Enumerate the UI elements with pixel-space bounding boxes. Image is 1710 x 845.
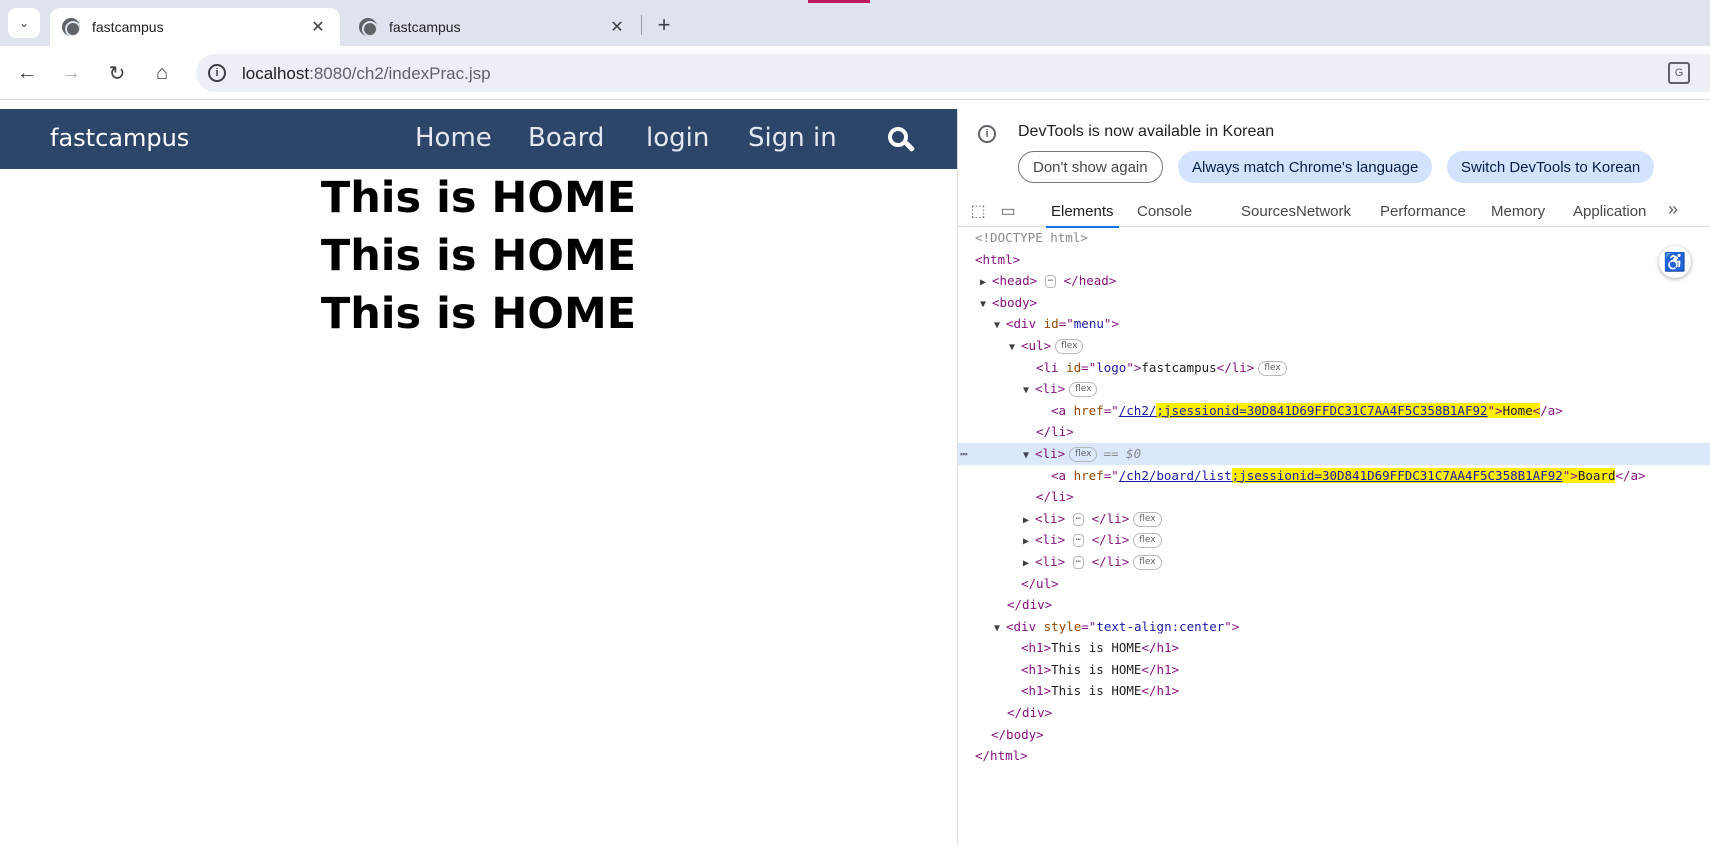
tree-node[interactable]: </li> xyxy=(958,486,1710,508)
close-icon[interactable]: ✕ xyxy=(607,17,627,37)
collapse-icon[interactable]: ▼ xyxy=(1023,445,1035,467)
tree-node[interactable]: ▼ <body> xyxy=(958,292,1710,314)
nav-login-link[interactable]: login xyxy=(646,123,709,153)
collapse-icon[interactable]: ▼ xyxy=(994,315,1006,337)
tab-sources[interactable]: Sources xyxy=(1241,203,1296,220)
tab-elements[interactable]: Elements xyxy=(1046,203,1119,228)
reload-icon[interactable]: ↻ xyxy=(104,60,130,86)
tab-console[interactable]: Console xyxy=(1137,203,1192,220)
tree-node[interactable]: ▼ <div style="text-align:center"> xyxy=(958,616,1710,638)
tab-title: fastcampus xyxy=(92,19,164,35)
tree-node[interactable]: </ul> xyxy=(958,573,1710,595)
site-info-icon[interactable]: i xyxy=(208,64,226,82)
devtools-panel: i DevTools is now available in Korean Do… xyxy=(957,109,1710,845)
tree-node[interactable]: </div> xyxy=(958,702,1710,724)
home-heading: This is HOME xyxy=(320,173,637,223)
tree-node[interactable]: <h1>This is HOME</h1> xyxy=(958,637,1710,659)
language-notice: i DevTools is now available in Korean Do… xyxy=(958,109,1710,191)
flex-badge[interactable]: flex xyxy=(1133,511,1162,527)
tree-node[interactable]: <html> xyxy=(958,249,1710,271)
tree-node[interactable]: </li> xyxy=(958,421,1710,443)
chevron-down-icon: ⌄ xyxy=(18,16,30,30)
tree-node[interactable]: ▶ <li> ⋯ </li> flex xyxy=(958,529,1710,551)
tab-active[interactable]: fastcampus ✕ xyxy=(50,8,340,46)
flex-badge[interactable]: flex xyxy=(1055,338,1084,354)
globe-icon xyxy=(62,18,80,36)
tree-node[interactable]: </body> xyxy=(958,724,1710,746)
tab-search-button[interactable]: ⌄ xyxy=(8,8,40,38)
tree-node[interactable]: </html> xyxy=(958,745,1710,767)
search-icon[interactable] xyxy=(888,127,916,153)
collapse-icon[interactable]: ▼ xyxy=(1023,380,1035,402)
home-heading: This is HOME xyxy=(320,289,637,339)
tab-title: fastcampus xyxy=(389,19,461,35)
collapse-icon[interactable]: ▼ xyxy=(994,618,1006,640)
collapse-icon[interactable]: ▼ xyxy=(980,294,992,316)
tab-inactive[interactable]: fastcampus ✕ xyxy=(347,8,639,46)
tab-separator xyxy=(641,15,642,35)
home-content: This is HOME This is HOME This is HOME xyxy=(0,169,957,343)
site-menu: fastcampus Home Board login Sign in xyxy=(0,109,957,169)
tab-performance[interactable]: Performance xyxy=(1380,203,1466,220)
inspect-element-icon[interactable]: ⬚ xyxy=(968,201,988,221)
site-logo: fastcampus xyxy=(50,124,190,152)
translate-icon[interactable]: G xyxy=(1668,62,1690,84)
address-bar[interactable]: i localhost:8080/ch2/indexPrac.jsp G xyxy=(196,54,1710,92)
tab-application[interactable]: Application xyxy=(1573,203,1646,220)
url-text: localhost:8080/ch2/indexPrac.jsp xyxy=(242,64,491,83)
dom-tree: <!DOCTYPE html> <html> ▶ <head> ⋯ </head>… xyxy=(958,227,1710,767)
expand-icon[interactable]: ▶ xyxy=(1023,531,1035,553)
flex-badge[interactable]: flex xyxy=(1133,554,1162,570)
tree-node[interactable]: ▶ <li> ⋯ </li> flex xyxy=(958,508,1710,530)
accent-line xyxy=(808,0,870,3)
nav-board-link[interactable]: Board xyxy=(528,123,604,153)
tree-node[interactable]: </div> xyxy=(958,594,1710,616)
tree-node[interactable]: <li id="logo">fastcampus</li> flex xyxy=(958,357,1710,379)
tree-node[interactable]: ▼ <ul> flex xyxy=(958,335,1710,357)
dont-show-again-button[interactable]: Don't show again xyxy=(1018,151,1163,183)
tree-node[interactable]: ▶ <li> ⋯ </li> flex xyxy=(958,551,1710,573)
tree-node[interactable]: <!DOCTYPE html> xyxy=(958,227,1710,249)
tree-node[interactable]: <a href="/ch2/board/list;jsessionid=30D8… xyxy=(958,465,1710,487)
browser-toolbar: ← → ↻ ⌂ i localhost:8080/ch2/indexPrac.j… xyxy=(0,46,1710,100)
notice-text: DevTools is now available in Korean xyxy=(1018,123,1275,140)
tree-node[interactable]: <a href="/ch2/;jsessionid=30D841D69FFDC3… xyxy=(958,400,1710,422)
tab-network[interactable]: Network xyxy=(1296,203,1351,220)
expand-icon[interactable]: ▶ xyxy=(980,272,992,294)
devtools-tabs: ⬚ ▭ Elements Console Sources Network Per… xyxy=(958,195,1710,228)
flex-badge[interactable]: flex xyxy=(1258,360,1287,376)
home-icon[interactable]: ⌂ xyxy=(149,60,175,86)
expand-icon[interactable]: ▶ xyxy=(1023,510,1035,532)
close-icon[interactable]: ✕ xyxy=(308,17,328,37)
web-page: fastcampus Home Board login Sign in This… xyxy=(0,109,957,845)
tree-node-selected[interactable]: ⋯ ▼ <li> flex == $0 xyxy=(958,442,1710,467)
more-tabs-icon[interactable]: » xyxy=(1668,199,1678,220)
tab-strip: ⌄ fastcampus ✕ fastcampus ✕ + xyxy=(0,0,1710,46)
collapse-icon[interactable]: ▼ xyxy=(1009,337,1021,359)
more-options-icon[interactable]: ⋯ xyxy=(960,443,968,465)
tree-node[interactable]: <h1>This is HOME</h1> xyxy=(958,659,1710,681)
expand-icon[interactable]: ▶ xyxy=(1023,553,1035,575)
tree-node[interactable]: <h1>This is HOME</h1> xyxy=(958,680,1710,702)
home-heading: This is HOME xyxy=(320,231,637,281)
nav-signin-link[interactable]: Sign in xyxy=(748,123,837,153)
flex-badge[interactable]: flex xyxy=(1133,533,1162,549)
flex-badge[interactable]: flex xyxy=(1069,382,1098,398)
tree-node[interactable]: ▶ <head> ⋯ </head> xyxy=(958,270,1710,292)
globe-icon xyxy=(359,18,377,36)
tab-memory[interactable]: Memory xyxy=(1491,203,1545,220)
device-toolbar-icon[interactable]: ▭ xyxy=(998,201,1018,221)
flex-badge[interactable]: flex xyxy=(1069,446,1098,462)
tree-node[interactable]: ▼ <div id="menu"> xyxy=(958,313,1710,335)
switch-korean-button[interactable]: Switch DevTools to Korean xyxy=(1447,151,1655,183)
info-icon: i xyxy=(978,125,996,143)
nav-home-link[interactable]: Home xyxy=(415,123,492,153)
tree-node[interactable]: ▼ <li> flex xyxy=(958,378,1710,400)
back-icon[interactable]: ← xyxy=(14,60,40,86)
new-tab-icon[interactable]: + xyxy=(652,12,676,38)
match-language-button[interactable]: Always match Chrome's language xyxy=(1178,151,1433,183)
forward-icon[interactable]: → xyxy=(58,60,84,86)
